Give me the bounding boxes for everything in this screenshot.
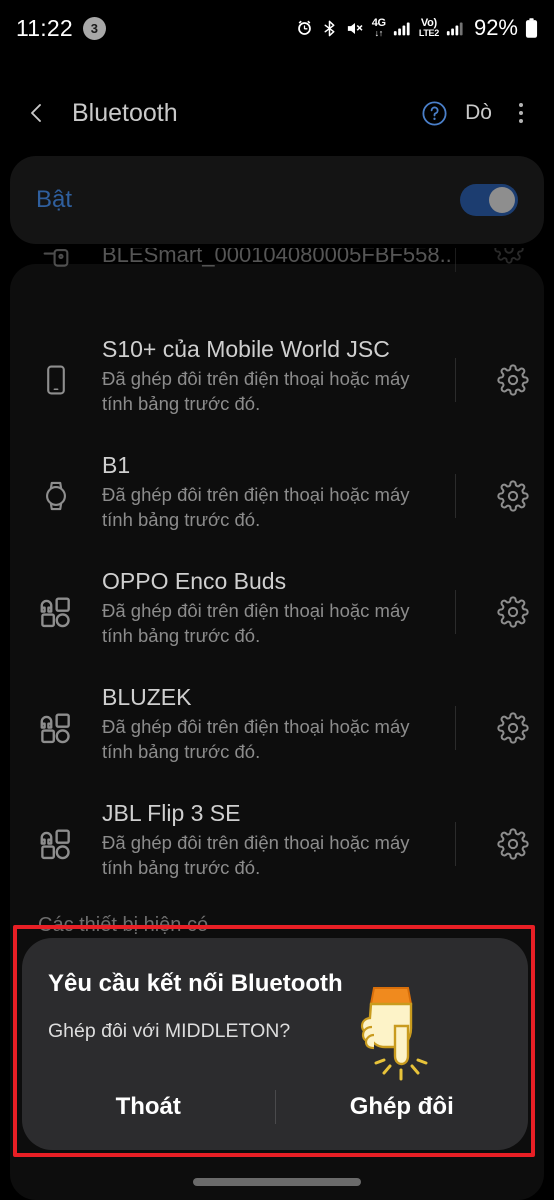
help-circle-icon[interactable]	[417, 96, 451, 130]
available-devices-heading: Các thiết bị hiện có	[38, 914, 209, 936]
device-name: OPPO Enco Buds	[102, 568, 287, 594]
dialog-actions: Thoát Ghép đôi	[22, 1090, 528, 1124]
device-subtitle: Đã ghép đôi trên điện thoại hoặc máy tín…	[102, 368, 410, 414]
signal-icon	[446, 20, 465, 37]
gear-icon[interactable]	[482, 480, 544, 512]
row-divider	[455, 358, 456, 402]
device-texts: BLUZEK Đã ghép đôi trên điện thoại hoặc …	[102, 682, 455, 764]
row-divider	[455, 706, 456, 750]
more-vertical-icon[interactable]	[508, 96, 534, 130]
row-divider	[455, 248, 456, 272]
bluetooth-state-label: Bật	[36, 186, 73, 213]
device-subtitle: Đã ghép đôi trên điện thoại hoặc máy tín…	[102, 716, 410, 762]
paired-devices-scroll[interactable]: BLESmart_000104080005FBF558.. S10+ của M…	[0, 248, 554, 928]
device-row[interactable]: OPPO Enco Buds Đã ghép đôi trên điện tho…	[10, 566, 544, 658]
device-row[interactable]: S10+ của Mobile World JSC Đã ghép đôi tr…	[10, 334, 544, 426]
gear-icon[interactable]	[482, 712, 544, 744]
mute-icon	[345, 19, 365, 38]
volte-icon: Vo) LTE2	[419, 18, 439, 38]
car-key-icon	[10, 248, 102, 272]
device-name: BLESmart_000104080005FBF558..	[102, 248, 452, 267]
alarm-icon	[295, 19, 314, 38]
bluetooth-toggle-card[interactable]: Bật	[10, 156, 544, 244]
watch-icon	[10, 479, 102, 513]
toggle-knob	[489, 187, 515, 213]
device-row[interactable]: B1 Đã ghép đôi trên điện thoại hoặc máy …	[10, 450, 544, 542]
device-name: JBL Flip 3 SE	[102, 800, 241, 826]
gear-icon[interactable]	[482, 828, 544, 860]
bluetooth-pairing-dialog: Yêu cầu kết nối Bluetooth Ghép đôi với M…	[22, 938, 528, 1150]
device-subtitle: Đã ghép đôi trên điện thoại hoặc máy tín…	[102, 484, 410, 530]
volte-label-bottom: LTE2	[418, 28, 439, 38]
device-name: B1	[102, 452, 131, 478]
status-bar: 11:22 3 4G ↓↑ Vo) LTE2 92%	[0, 0, 554, 56]
device-texts: S10+ của Mobile World JSC Đã ghép đôi tr…	[102, 334, 455, 416]
earbuds-icon	[10, 709, 102, 747]
device-name: BLUZEK	[102, 684, 192, 710]
earbuds-icon	[10, 593, 102, 631]
status-bar-clock: 11:22	[16, 14, 73, 41]
back-button[interactable]	[20, 96, 54, 130]
app-bar: Bluetooth Dò	[0, 84, 554, 142]
battery-icon	[525, 17, 538, 39]
pair-button[interactable]: Ghép đôi	[276, 1093, 529, 1121]
mobile-data-icon: 4G ↓↑	[372, 18, 386, 38]
dot	[519, 103, 523, 107]
earbuds-icon	[10, 825, 102, 863]
gear-icon[interactable]	[482, 596, 544, 628]
home-bar-icon[interactable]	[193, 1178, 361, 1186]
signal-icon	[393, 20, 412, 37]
device-row[interactable]: BLUZEK Đã ghép đôi trên điện thoại hoặc …	[10, 682, 544, 774]
device-subtitle: Đã ghép đôi trên điện thoại hoặc máy tín…	[102, 832, 410, 878]
device-texts: JBL Flip 3 SE Đã ghép đôi trên điện thoạ…	[102, 798, 455, 880]
scan-button[interactable]: Dò	[465, 101, 492, 125]
list-item[interactable]: BLESmart_000104080005FBF558..	[10, 248, 544, 278]
bluetooth-icon	[321, 19, 338, 38]
device-texts: B1 Đã ghép đôi trên điện thoại hoặc máy …	[102, 450, 455, 532]
device-subtitle: Đã ghép đôi trên điện thoại hoặc máy tín…	[102, 600, 410, 646]
notification-count-badge: 3	[82, 16, 106, 40]
bluetooth-toggle-switch[interactable]	[460, 184, 518, 216]
gear-icon[interactable]	[494, 248, 524, 269]
device-name: S10+ của Mobile World JSC	[102, 336, 390, 362]
gear-icon[interactable]	[482, 364, 544, 396]
phone-screen: 11:22 3 4G ↓↑ Vo) LTE2 92% Bluetooth Dò …	[0, 0, 554, 1200]
dialog-title: Yêu cầu kết nối Bluetooth	[48, 970, 343, 997]
dot	[519, 111, 523, 115]
row-divider	[455, 822, 456, 866]
cancel-button[interactable]: Thoát	[22, 1093, 275, 1121]
data-arrows-icon: ↓↑	[374, 28, 384, 38]
row-divider	[455, 590, 456, 634]
phone-icon	[10, 363, 102, 397]
dialog-message: Ghép đôi với MIDDLETON?	[48, 1020, 291, 1042]
row-divider	[455, 474, 456, 518]
battery-percent-label: 92%	[473, 15, 518, 40]
status-bar-icons: 4G ↓↑ Vo) LTE2 92%	[295, 15, 538, 41]
pointing-hand-icon	[348, 978, 434, 1082]
device-row[interactable]: JBL Flip 3 SE Đã ghép đôi trên điện thoạ…	[10, 798, 544, 890]
dot	[519, 119, 523, 123]
page-title: Bluetooth	[72, 98, 178, 127]
device-texts: OPPO Enco Buds Đã ghép đôi trên điện tho…	[102, 566, 455, 648]
